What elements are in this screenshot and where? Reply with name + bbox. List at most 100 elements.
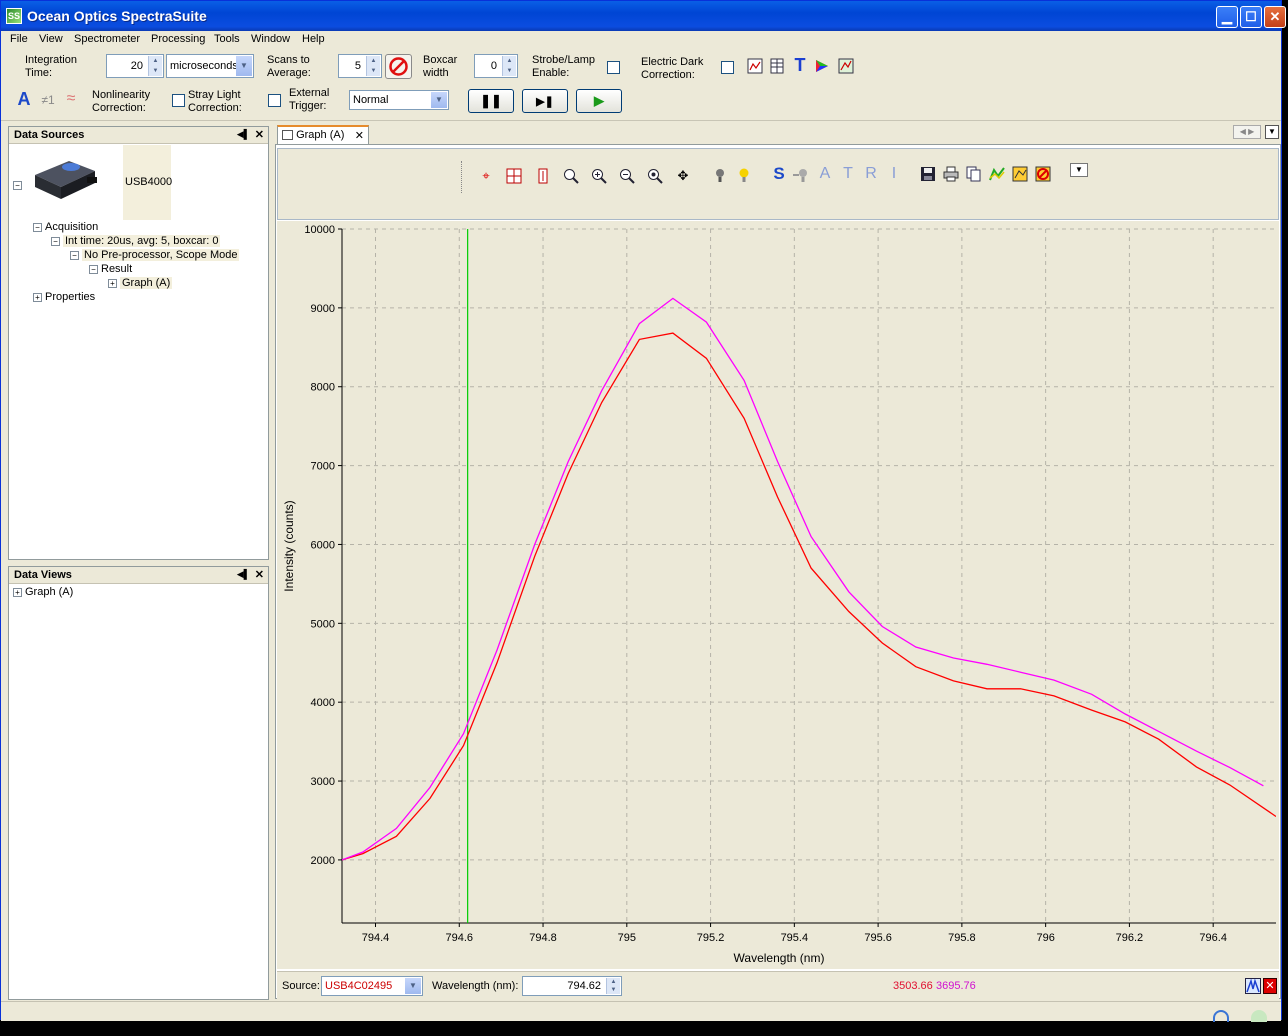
print-icon[interactable] <box>943 166 959 182</box>
pause-button[interactable]: ❚❚ <box>468 89 514 113</box>
copy-icon[interactable] <box>966 166 982 182</box>
overlay-graph-icon[interactable] <box>838 58 854 74</box>
minimize-button[interactable]: ▁ <box>1216 6 1238 28</box>
tab-scroll-arrows[interactable]: ◀ ▶ <box>1233 125 1261 139</box>
refresh-icon[interactable] <box>1213 1010 1229 1022</box>
spinner-arrows-icon[interactable]: ▲ ▼ <box>366 56 380 76</box>
chevron-down-icon[interactable]: ▼ <box>405 978 421 994</box>
tree-node-int-time[interactable]: − Int time: 20us, avg: 5, boxcar: 0 <box>51 235 221 247</box>
zoom-region-icon[interactable] <box>563 168 579 184</box>
expand-icon[interactable]: + <box>108 278 117 288</box>
integration-time-spinner[interactable]: 20 ▲ ▼ <box>106 54 164 78</box>
tree-node-preprocessor[interactable]: − No Pre-processor, Scope Mode <box>70 249 240 261</box>
toolbar-grip <box>461 161 462 193</box>
title-bar[interactable]: SS Ocean Optics SpectraSuite ▁ ☐ ✕ <box>1 1 1286 31</box>
menu-view[interactable]: View <box>39 33 63 45</box>
tree-node-graph[interactable]: + Graph (A) <box>108 277 173 289</box>
irradiance-mode-icon[interactable]: I <box>886 166 902 182</box>
application-window: SS Ocean Optics SpectraSuite ▁ ☐ ✕ File … <box>0 0 1286 1022</box>
collapse-icon[interactable]: − <box>13 180 22 190</box>
device-label[interactable]: USB4000 <box>125 176 172 188</box>
dark-spectrum-icon[interactable] <box>793 167 809 183</box>
collapse-icon[interactable]: − <box>51 236 60 246</box>
collapse-icon[interactable]: − <box>89 264 98 274</box>
tree-node-properties[interactable]: + Properties <box>33 291 95 303</box>
transmission-mode-icon[interactable]: T <box>840 166 856 182</box>
integration-time-unit-select[interactable]: microseconds ▼ <box>166 54 254 78</box>
spinner-arrows-icon[interactable]: ▲ ▼ <box>148 56 162 76</box>
stop-acquisition-button[interactable] <box>385 54 412 79</box>
save-icon[interactable] <box>920 166 936 182</box>
source-select[interactable]: USB4C02495 ▼ <box>321 976 423 996</box>
tree-node-graph-view[interactable]: + Graph (A) <box>13 586 73 598</box>
peak-finder-icon[interactable] <box>1245 978 1261 994</box>
spinner-arrows-icon[interactable]: ▲ ▼ <box>606 978 620 994</box>
convert-overlay-icon[interactable] <box>1012 166 1028 182</box>
pan-icon[interactable]: ✥ <box>675 168 691 184</box>
menu-window[interactable]: Window <box>251 33 290 45</box>
wavelength-label: Wavelength (nm): <box>432 980 519 992</box>
nonlinearity-checkbox[interactable] <box>172 94 185 107</box>
overlay-spectrum-icon[interactable] <box>989 166 1005 182</box>
menu-spectrometer[interactable]: Spectrometer <box>74 33 140 45</box>
spinner-arrows-icon[interactable]: ▲ ▼ <box>502 56 516 76</box>
table-view-icon[interactable] <box>769 58 785 74</box>
close-icon[interactable]: ✕ <box>255 128 264 141</box>
collapse-icon[interactable]: − <box>33 222 42 232</box>
menu-tools[interactable]: Tools <box>214 33 240 45</box>
spectrum-chart[interactable]: 794.4 794.6 794.8 795 795.2 795.4 795.6 795.8 79… <box>277 221 1279 969</box>
absorbance-mode-icon[interactable]: A <box>817 166 833 182</box>
zoom-out-icon[interactable] <box>619 168 635 184</box>
x-tick-label: 795.4 <box>781 932 809 944</box>
strobe-lamp-checkbox[interactable] <box>607 61 620 74</box>
tree-node-device[interactable]: − <box>13 179 25 191</box>
maximize-button[interactable]: ☐ <box>1240 6 1262 28</box>
graph-toolbar-dropdown[interactable]: ▼ <box>1070 163 1088 177</box>
close-button[interactable]: ✕ <box>1264 6 1286 28</box>
scope-mode-icon[interactable]: A <box>16 90 32 108</box>
expand-icon[interactable]: + <box>13 587 22 597</box>
chevron-down-icon[interactable]: ▼ <box>236 56 252 76</box>
reflection-mode-icon[interactable]: R <box>863 166 879 182</box>
lightbulb-off-icon[interactable] <box>712 167 728 183</box>
close-status-icon[interactable]: ✕ <box>1263 978 1277 994</box>
pin-icon[interactable]: ◀▌ <box>237 129 250 140</box>
trigger-mode-select[interactable]: Normal ▼ <box>349 90 449 110</box>
data-sources-panel: Data Sources ◀▌ ✕ − USB4000 − Acquisition… <box>8 126 269 560</box>
lightbulb-on-icon[interactable] <box>736 167 752 183</box>
scale-to-fit-icon[interactable] <box>506 168 522 184</box>
play-button[interactable]: ▶ <box>576 89 622 113</box>
scans-to-average-spinner[interactable]: 5 ▲ ▼ <box>338 54 382 78</box>
tree-node-result[interactable]: − Result <box>89 263 132 275</box>
zoom-reset-icon[interactable] <box>647 168 663 184</box>
scale-y-icon[interactable] <box>535 168 551 184</box>
menu-file[interactable]: File <box>10 33 28 45</box>
step-button[interactable]: ▶❚ <box>522 89 568 113</box>
text-view-icon[interactable]: T <box>792 56 808 74</box>
close-icon[interactable]: ✕ <box>255 568 264 581</box>
boxcar-width-spinner[interactable]: 0 ▲ ▼ <box>474 54 518 78</box>
tab-list-dropdown[interactable]: ▼ <box>1265 125 1279 139</box>
stray-light-checkbox[interactable] <box>268 94 281 107</box>
chevron-down-icon[interactable]: ▼ <box>431 92 447 108</box>
color-view-icon[interactable] <box>814 58 830 74</box>
wavelength-spinner[interactable]: 794.62 ▲ ▼ <box>522 976 622 996</box>
new-graph-icon[interactable] <box>747 58 763 74</box>
stray-light-icon[interactable]: ≈ <box>61 91 81 107</box>
sample-mode-icon[interactable]: S <box>771 165 787 182</box>
zoom-in-icon[interactable] <box>591 168 607 184</box>
nonlinearity-icon[interactable]: ≠1 <box>38 92 58 108</box>
menu-help[interactable]: Help <box>302 33 325 45</box>
menu-processing[interactable]: Processing <box>151 33 205 45</box>
close-icon[interactable]: ✕ <box>355 129 364 142</box>
electric-dark-checkbox[interactable] <box>721 61 734 74</box>
expand-icon[interactable]: + <box>33 292 42 302</box>
collapse-icon[interactable]: − <box>70 250 79 260</box>
pin-icon[interactable]: ◀▌ <box>237 569 250 580</box>
tab-graph-a[interactable]: Graph (A) ✕ <box>277 125 369 145</box>
crosshair-icon[interactable]: ⌖ <box>478 168 494 184</box>
y-tick-label: 3000 <box>311 776 335 788</box>
tree-node-acquisition[interactable]: − Acquisition <box>33 221 98 233</box>
cursor-value-red: 3503.66 <box>893 980 933 992</box>
delete-overlay-icon[interactable] <box>1035 166 1051 182</box>
